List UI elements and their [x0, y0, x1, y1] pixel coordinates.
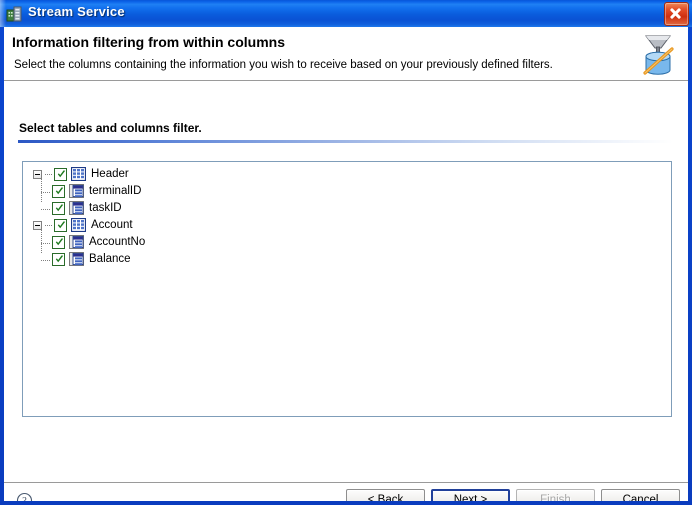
window-title: Stream Service	[28, 4, 125, 19]
finish-button: Finish	[516, 489, 595, 501]
checkbox-taskid[interactable]	[52, 201, 65, 215]
check-glyph	[55, 186, 64, 194]
stream-service-dialog: Stream Service Information filtering fro…	[0, 0, 692, 505]
check-glyph	[57, 220, 66, 228]
section-title: Select tables and columns filter.	[19, 121, 202, 135]
table-grid-icon	[70, 217, 87, 233]
page-description: Select the columns containing the inform…	[14, 59, 553, 71]
tree-node-label: Account	[91, 219, 133, 231]
tree-node-taskid[interactable]: taskID	[33, 201, 145, 218]
column-list-icon	[69, 252, 84, 266]
cancel-button[interactable]: Cancel	[601, 489, 680, 501]
check-glyph	[57, 169, 66, 177]
tree-root: Header terminalID taskID Account AccountNo Ba…	[33, 166, 145, 269]
tree-connector	[41, 260, 51, 261]
tree-connector	[41, 243, 51, 244]
checkbox-accountno[interactable]	[52, 235, 65, 249]
wizard-header: Information filtering from within column…	[4, 27, 688, 81]
tree-node-label: Balance	[89, 253, 131, 265]
tree-children-account: AccountNo Balance	[33, 226, 145, 269]
funnel-database-filter-icon	[632, 29, 682, 79]
back-button[interactable]: < Back	[346, 489, 425, 501]
tree-node-label: taskID	[89, 202, 122, 214]
tables-columns-tree-panel[interactable]: Header terminalID taskID Account AccountNo Ba…	[22, 161, 672, 417]
tree-node-account[interactable]: Account	[33, 217, 145, 235]
check-glyph	[55, 203, 64, 211]
check-glyph	[55, 254, 64, 262]
wizard-body: Select tables and columns filter. Header…	[4, 81, 688, 501]
tree-children-header: terminalID taskID	[33, 175, 145, 218]
tree-node-label: terminalID	[89, 185, 142, 197]
checkbox-header[interactable]	[54, 167, 67, 181]
section-divider	[18, 140, 673, 143]
tree-node-balance[interactable]: Balance	[33, 252, 145, 269]
title-bar[interactable]: Stream Service	[0, 0, 692, 27]
checkbox-account[interactable]	[54, 218, 67, 232]
close-icon[interactable]	[664, 2, 689, 26]
help-question-icon[interactable]: ?	[16, 492, 33, 501]
checkbox-terminalid[interactable]	[52, 184, 65, 198]
check-glyph	[55, 237, 64, 245]
tree-node-label: AccountNo	[89, 236, 146, 248]
tree-node-accountno[interactable]: AccountNo	[33, 235, 145, 252]
server-building-icon	[6, 5, 23, 22]
next-button[interactable]: Next >	[431, 489, 510, 501]
wizard-button-bar: < Back Next > Finish Cancel	[340, 489, 680, 501]
tree-connector	[45, 173, 52, 175]
tree-connector	[45, 224, 52, 226]
svg-text:?: ?	[22, 496, 27, 501]
checkbox-balance[interactable]	[52, 252, 65, 266]
tree-node-header[interactable]: Header	[33, 166, 145, 184]
minus-icon	[35, 173, 40, 175]
minus-icon	[35, 224, 40, 226]
tree-node-terminalid[interactable]: terminalID	[33, 184, 145, 201]
footer-divider	[4, 482, 688, 483]
column-list-icon	[69, 235, 84, 249]
column-list-icon	[69, 201, 84, 215]
table-grid-icon	[70, 166, 87, 182]
tree-node-label: Header	[91, 168, 129, 180]
page-title: Information filtering from within column…	[12, 34, 285, 50]
dialog-client-area: Information filtering from within column…	[4, 27, 688, 501]
tree-connector	[41, 209, 51, 210]
column-list-icon	[69, 184, 84, 198]
tree-connector	[41, 192, 51, 193]
